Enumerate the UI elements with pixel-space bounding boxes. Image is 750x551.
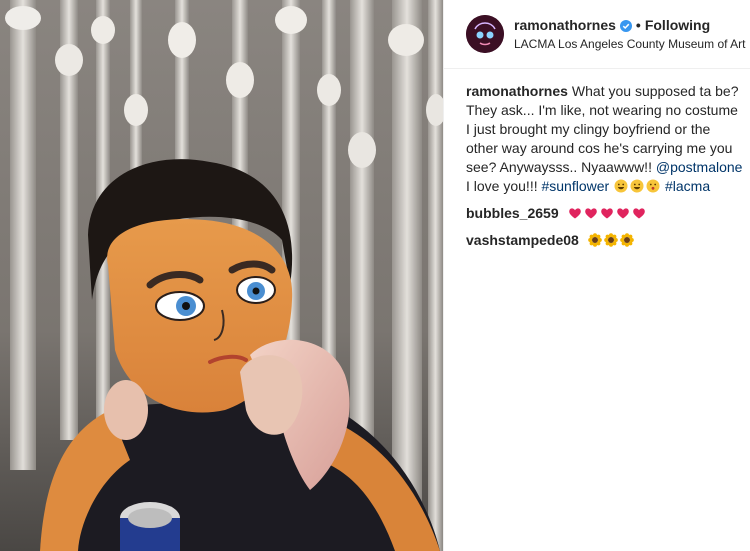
comment-item: vashstampede08: [466, 231, 744, 250]
sunflower-emoji-row: [587, 232, 635, 248]
header-divider: [444, 68, 750, 69]
kissing-emoji-icon: [646, 179, 660, 193]
heart-emoji-row: [567, 205, 647, 221]
avatar-image: [466, 15, 504, 53]
caption-mention[interactable]: @postmalone: [656, 159, 743, 175]
sunflower-icon: [587, 233, 602, 247]
header-username[interactable]: ramonathornes: [514, 17, 616, 33]
grinning-emoji-icon: [614, 179, 628, 193]
red-heart-icon: [632, 206, 646, 220]
caption-text-2: I love you!!!: [466, 178, 542, 194]
post-header: ramonathornes • Following LACMA Los Ange…: [444, 0, 750, 68]
comments-list: ramonathornes What you supposed ta be? Th…: [466, 82, 744, 258]
verified-badge-icon: [619, 19, 632, 32]
caption-hashtag-sunflower[interactable]: #sunflower: [541, 178, 609, 194]
red-heart-icon: [616, 206, 630, 220]
caption-username[interactable]: ramonathornes: [466, 83, 568, 99]
comment-username[interactable]: bubbles_2659: [466, 205, 559, 221]
red-heart-icon: [568, 206, 582, 220]
caption-hashtag-lacma[interactable]: #lacma: [665, 178, 710, 194]
separator-dot: •: [635, 17, 641, 33]
post-details-panel: ramonathornes • Following LACMA Los Ange…: [443, 0, 750, 551]
instagram-post: ramonathornes • Following LACMA Los Ange…: [0, 0, 750, 551]
grinning-emoji-icon: [630, 179, 644, 193]
red-heart-icon: [600, 206, 614, 220]
sunflower-icon: [619, 233, 634, 247]
comment-username[interactable]: vashstampede08: [466, 232, 579, 248]
photo-image: [0, 0, 443, 551]
avatar[interactable]: [466, 15, 504, 53]
sunflower-icon: [603, 233, 618, 247]
following-button[interactable]: Following: [645, 17, 710, 33]
post-photo[interactable]: [0, 0, 443, 551]
red-heart-icon: [584, 206, 598, 220]
header-user-row: ramonathornes • Following: [514, 17, 710, 33]
caption: ramonathornes What you supposed ta be? Th…: [466, 82, 744, 196]
location-link[interactable]: LACMA Los Angeles County Museum of Art: [514, 37, 745, 51]
comment-item: bubbles_2659: [466, 204, 744, 223]
